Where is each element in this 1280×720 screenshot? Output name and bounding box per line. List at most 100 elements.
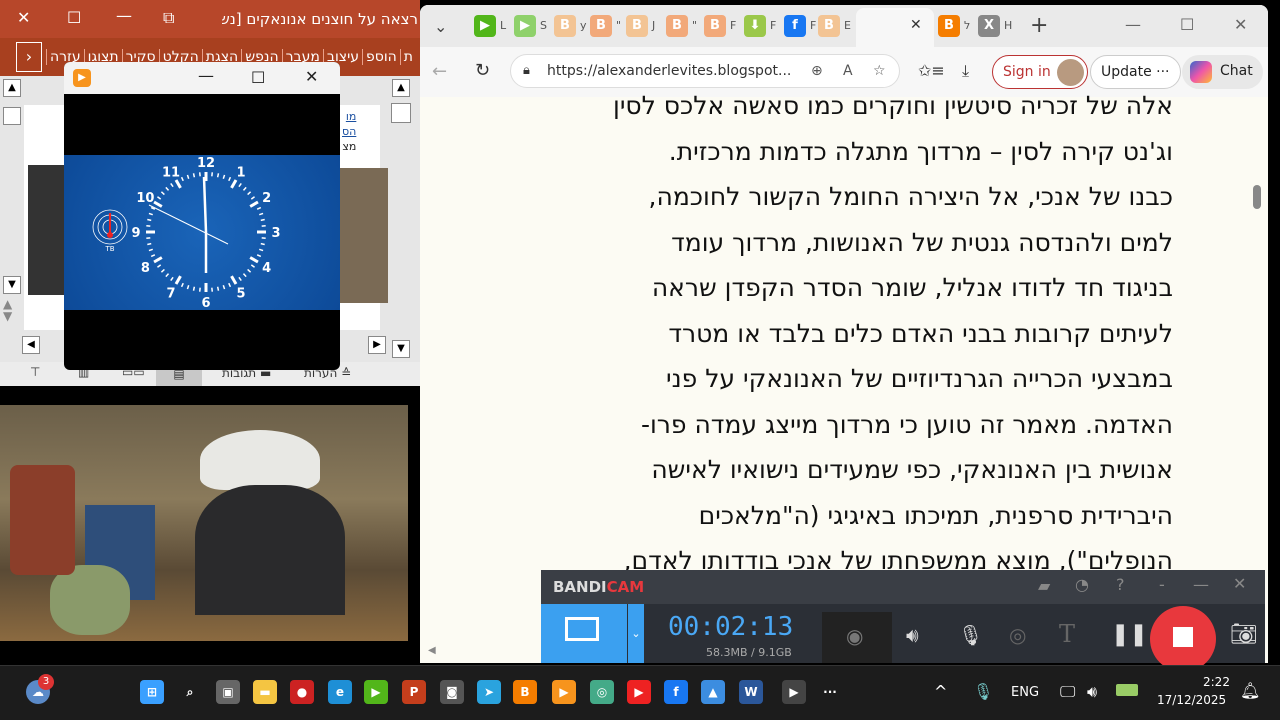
scroll-left-button[interactable]: ◀ xyxy=(22,336,40,354)
facebook-icon[interactable]: f xyxy=(664,680,688,704)
browser-tab[interactable]: By xyxy=(554,15,587,37)
clock-tick xyxy=(192,173,196,178)
minimize-icon[interactable]: — xyxy=(198,66,214,85)
help-icon[interactable]: ? xyxy=(1116,575,1125,594)
slide-link[interactable]: מו xyxy=(342,109,356,124)
folder-icon[interactable]: ▰ xyxy=(1038,576,1050,595)
clock-icon[interactable]: ◔ xyxy=(1075,575,1089,594)
restore-icon[interactable]: ⧉ xyxy=(163,8,174,28)
ribbon-scroll-button[interactable]: › xyxy=(16,42,42,72)
youtube-icon[interactable]: ▶ xyxy=(627,680,651,704)
scroll-left-button[interactable]: ◀ xyxy=(428,645,436,656)
blogger-icon[interactable]: B xyxy=(513,680,537,704)
downloads-icon[interactable]: ⤓ xyxy=(962,61,969,81)
scrollbar-thumb[interactable] xyxy=(391,103,411,123)
close-icon[interactable]: ✕ xyxy=(17,8,30,27)
maximize-icon[interactable]: ☐ xyxy=(67,8,81,27)
microphone-icon[interactable]: 🎙︎ xyxy=(973,682,993,701)
minimize-icon[interactable]: — xyxy=(1193,575,1209,594)
screenshot-camera-icon[interactable]: 📷︎ xyxy=(1230,622,1258,647)
browser-tab[interactable]: BJ xyxy=(626,15,655,37)
rumble-icon[interactable]: ▶ xyxy=(364,680,388,704)
photos-icon[interactable]: ▲ xyxy=(701,680,725,704)
browser-tab[interactable]: B " xyxy=(590,15,621,37)
browser-tab[interactable]: XH xyxy=(978,15,1012,37)
copilot-chat-button[interactable]: Chat xyxy=(1182,55,1263,89)
browser-tab[interactable]: Bל xyxy=(938,15,970,37)
clock-tick xyxy=(180,282,184,288)
word-icon[interactable]: W xyxy=(739,680,763,704)
browser-tab[interactable]: ▶ L xyxy=(474,15,506,37)
clock-date[interactable]: 17/12/2025 xyxy=(1157,693,1226,707)
video-frame[interactable]: TB 12 1 2 3 4 5 6 7 8 9 10 11 xyxy=(64,155,340,311)
ribbon-tab[interactable]: ת xyxy=(399,49,416,65)
mini-mode-icon[interactable]: - xyxy=(1159,575,1165,594)
article-body: אלה של זכריה סיטשין וחוקרים כמו סאשה אלכ… xyxy=(493,83,1173,584)
task-view-icon[interactable]: ▣ xyxy=(216,680,240,704)
scroll-down-button[interactable]: ▼ xyxy=(392,340,410,358)
browser-tab[interactable]: fF xyxy=(784,15,816,37)
webcam-toggle[interactable]: ◉ xyxy=(822,612,892,663)
close-icon[interactable]: ✕ xyxy=(1234,15,1247,34)
pause-button[interactable]: ❚❚ xyxy=(1111,622,1148,647)
screen-mode-button[interactable] xyxy=(541,604,627,663)
tab-list-chevron-icon[interactable]: ⌄ xyxy=(434,17,447,36)
close-icon[interactable]: ✕ xyxy=(1233,574,1246,593)
browser-tab[interactable]: BF xyxy=(704,15,736,37)
notifications-bell-icon[interactable]: 🔔︎ xyxy=(1240,681,1260,700)
speaker-icon[interactable]: 🔊︎ xyxy=(906,623,919,647)
ribbon-tab[interactable]: הוספ xyxy=(362,49,400,65)
telegram-icon[interactable]: ➤ xyxy=(477,680,501,704)
scrollbar-thumb[interactable] xyxy=(1253,185,1261,209)
record-icon[interactable]: ● xyxy=(290,680,314,704)
search-icon[interactable]: ⌕ xyxy=(178,680,202,704)
battery-charging-icon[interactable] xyxy=(1116,684,1138,696)
more-apps-icon[interactable]: ··· xyxy=(818,680,842,704)
article-line: כבנו של אנכי, אל היצירה החומל הקשור לחוכ… xyxy=(648,182,1173,211)
scrollbar-thumb[interactable] xyxy=(3,107,21,125)
camera-icon[interactable]: ◙ xyxy=(440,680,464,704)
clock-time[interactable]: 2:22 xyxy=(1203,675,1230,689)
language-indicator[interactable]: ENG xyxy=(1011,685,1039,700)
media-player-icon[interactable]: ▶ xyxy=(782,680,806,704)
file-explorer-icon[interactable]: ▬ xyxy=(253,680,277,704)
show-hidden-icons-chevron[interactable]: ^ xyxy=(934,682,947,701)
back-icon[interactable]: ← xyxy=(432,61,447,82)
new-tab-icon[interactable]: + xyxy=(1030,13,1048,38)
stop-record-button[interactable] xyxy=(1150,606,1216,672)
slide-link[interactable]: הס xyxy=(342,124,356,139)
browser-tab[interactable]: BE xyxy=(818,15,851,37)
chrome-icon[interactable]: ◎ xyxy=(590,680,614,704)
edge-icon[interactable]: e xyxy=(328,680,352,704)
video-player-icon[interactable]: ▶ xyxy=(552,680,576,704)
powerpoint-icon[interactable]: P xyxy=(402,680,426,704)
network-icon[interactable]: 🖵︎ xyxy=(1060,682,1075,702)
article-line: למים ולהנדסה גנטית של האנושות, מרדוך עומ… xyxy=(671,227,1173,257)
favorites-icon[interactable]: ✩≡ xyxy=(918,61,945,80)
mode-dropdown-button[interactable]: ⌄ xyxy=(628,604,644,663)
browser-tab[interactable]: ⬇ F xyxy=(744,15,776,37)
scroll-right-button[interactable]: ▶ xyxy=(368,336,386,354)
prev-next-slide-icon[interactable]: ▲ ▼ xyxy=(3,298,12,322)
maximize-icon[interactable]: ☐ xyxy=(251,68,265,87)
volume-icon[interactable]: 🔊︎ xyxy=(1087,682,1097,702)
scroll-up-button[interactable]: ▲ xyxy=(3,79,21,97)
refresh-icon[interactable]: ↻ xyxy=(475,60,490,81)
scroll-up-button[interactable]: ▲ xyxy=(392,79,410,97)
minimize-icon[interactable]: — xyxy=(116,6,132,25)
browser-tab[interactable]: B " xyxy=(666,15,697,37)
browser-tab[interactable]: ▶ S xyxy=(514,15,547,37)
minimize-icon[interactable]: — xyxy=(1125,15,1141,34)
slideshow-icon[interactable]: ⊤ xyxy=(30,365,40,379)
clock-tick xyxy=(216,286,220,291)
sign-in-label: Sign in xyxy=(1003,64,1051,80)
maximize-icon[interactable]: ☐ xyxy=(1180,15,1194,34)
close-icon[interactable]: ✕ xyxy=(305,67,318,86)
microphone-icon[interactable]: 🎙︎ xyxy=(958,623,983,647)
windows-start-icon[interactable]: ⊞ xyxy=(140,680,164,704)
close-tab-icon[interactable]: ✕ xyxy=(910,17,922,33)
cursor-effect-icon[interactable]: ◎ xyxy=(1009,623,1026,647)
scroll-down-button[interactable]: ▼ xyxy=(3,276,21,294)
text-overlay-icon[interactable]: T xyxy=(1059,620,1075,648)
bandicam-title-bar: BANDICAM ▰ ◔ ? - — ✕ xyxy=(541,570,1265,604)
